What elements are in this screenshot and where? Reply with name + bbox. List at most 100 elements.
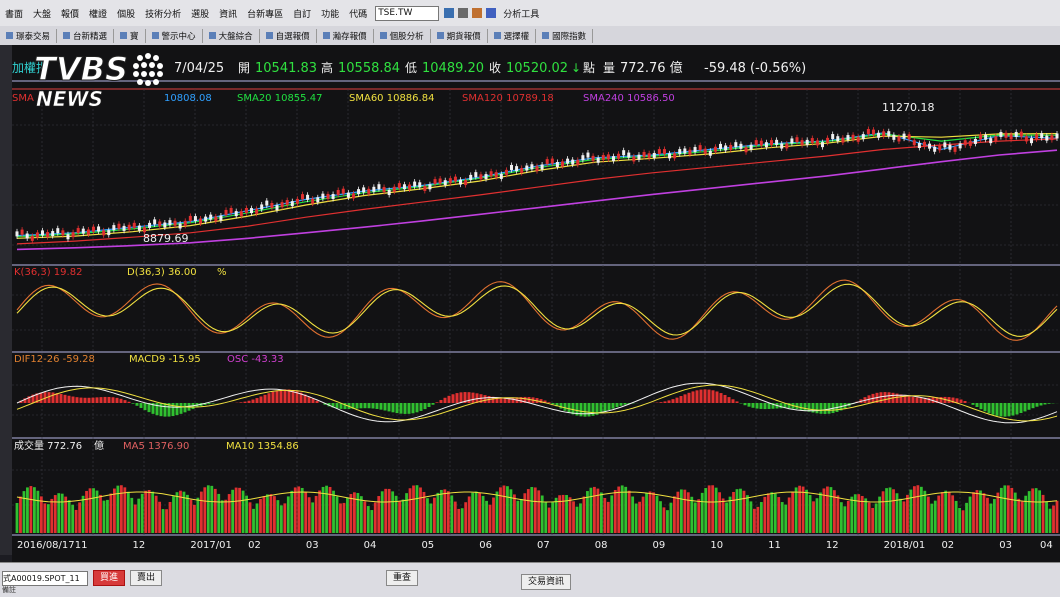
osc-bar bbox=[448, 396, 451, 403]
volume-bar bbox=[649, 491, 652, 533]
osc-bar bbox=[280, 390, 283, 403]
volume-bar bbox=[631, 496, 634, 533]
osc-bar bbox=[560, 403, 563, 409]
tab-7[interactable]: 個股分析 bbox=[374, 29, 431, 43]
volume-bar bbox=[287, 496, 290, 533]
tab-bar: 璟泰交易台新精選寶警示中心大盤綜合自選報價 瀚存報價個股分析期貨報價選擇權國際指數 bbox=[0, 26, 1060, 46]
search-icon[interactable] bbox=[444, 8, 454, 18]
osc-bar bbox=[268, 393, 271, 403]
volume-bar bbox=[270, 494, 273, 533]
candle-body bbox=[709, 151, 712, 156]
cursor-icon[interactable] bbox=[486, 8, 496, 18]
tab-0[interactable]: 璟泰交易 bbox=[0, 29, 57, 43]
menu-item-2[interactable]: 報價 bbox=[56, 7, 84, 20]
osc-bar bbox=[256, 398, 259, 403]
candle-body bbox=[260, 204, 263, 209]
osc-bar bbox=[748, 403, 751, 407]
volume-bar bbox=[370, 510, 373, 533]
tab-2[interactable]: 寶 bbox=[114, 29, 146, 43]
ticker-input[interactable]: TSE.TW bbox=[375, 6, 439, 21]
menu-item-9[interactable]: 自訂 bbox=[288, 7, 316, 20]
volume-bar bbox=[527, 489, 530, 533]
tab-1[interactable]: 台新精選 bbox=[57, 29, 114, 43]
volume-bar bbox=[245, 496, 248, 533]
osc-bar bbox=[728, 397, 731, 403]
candle-body bbox=[724, 145, 727, 150]
tab-label: 瀚存報價 bbox=[333, 30, 367, 42]
left-strip bbox=[0, 45, 12, 555]
tab-5[interactable]: 自選報價 bbox=[260, 29, 317, 43]
candle-body bbox=[153, 219, 156, 224]
candle-body bbox=[811, 138, 814, 143]
candle-body bbox=[444, 180, 447, 185]
candle-body bbox=[846, 135, 849, 140]
volume-bar bbox=[249, 502, 252, 533]
volume-bar bbox=[506, 486, 509, 533]
osc-bar bbox=[604, 403, 607, 412]
volume-bar bbox=[499, 487, 502, 533]
osc-bar bbox=[180, 403, 183, 414]
volume-bar bbox=[746, 495, 749, 533]
menu-item-5[interactable]: 技術分析 bbox=[140, 7, 186, 20]
volume-bar bbox=[680, 489, 683, 533]
osc-bar bbox=[888, 392, 891, 403]
zoom-icon[interactable] bbox=[458, 8, 468, 18]
osc-bar bbox=[732, 399, 735, 403]
menu-item-3[interactable]: 權證 bbox=[84, 7, 112, 20]
tab-8[interactable]: 期貨報價 bbox=[431, 29, 488, 43]
buy-button[interactable]: 買進 bbox=[93, 570, 125, 586]
volume-bar bbox=[572, 501, 575, 533]
x-tick-label: 02 bbox=[941, 540, 954, 551]
osc-bar bbox=[824, 403, 827, 414]
tab-6[interactable]: 瀚存報價 bbox=[317, 29, 374, 43]
volume-bar bbox=[548, 508, 551, 533]
volume-bar bbox=[638, 502, 641, 533]
tab-10[interactable]: 國際指數 bbox=[536, 29, 593, 43]
candle-body bbox=[694, 147, 697, 152]
tab-4[interactable]: 大盤綜合 bbox=[203, 29, 260, 43]
candle-body bbox=[954, 147, 957, 152]
volume-bar bbox=[40, 496, 43, 533]
candle-body bbox=[174, 221, 177, 226]
candle-body bbox=[760, 141, 763, 146]
menu-item-10[interactable]: 功能 bbox=[316, 7, 344, 20]
volume-bar bbox=[43, 503, 46, 533]
osc-bar bbox=[736, 401, 739, 403]
osc-bar bbox=[816, 403, 819, 413]
sell-button[interactable]: 賣出 bbox=[130, 570, 162, 586]
analysis-tool-menu[interactable]: 分析工具 bbox=[498, 7, 544, 20]
volume-bar bbox=[47, 504, 50, 533]
osc-bar bbox=[828, 403, 831, 414]
menu-item-1[interactable]: 大盤 bbox=[28, 7, 56, 20]
volume-bar bbox=[485, 501, 488, 533]
osc-bar bbox=[548, 402, 551, 403]
volume-bar bbox=[850, 497, 853, 533]
candle-body bbox=[551, 159, 554, 164]
close-label: 收 bbox=[489, 61, 501, 75]
menu-item-7[interactable]: 資訊 bbox=[214, 7, 242, 20]
reset-button[interactable]: 重查 bbox=[386, 570, 418, 586]
volume-label: 量 bbox=[603, 61, 615, 75]
volume-bar bbox=[419, 487, 422, 533]
candle-body bbox=[301, 194, 304, 199]
volume-bar bbox=[436, 493, 439, 533]
menu-item-8[interactable]: 台新專區 bbox=[242, 7, 288, 20]
tab-9[interactable]: 選擇權 bbox=[488, 29, 537, 43]
candle-body bbox=[485, 174, 488, 179]
candle-body bbox=[219, 215, 222, 220]
menu-item-0[interactable]: 書面 bbox=[0, 7, 28, 20]
osc-bar bbox=[1008, 403, 1011, 416]
menu-item-6[interactable]: 選股 bbox=[186, 7, 214, 20]
tab-icon bbox=[323, 32, 330, 39]
volume-bar bbox=[600, 492, 603, 533]
osc-bar bbox=[132, 403, 135, 404]
symbol-select[interactable]: 式A00019.SPOT_11 bbox=[2, 571, 88, 586]
tab-3[interactable]: 警示中心 bbox=[146, 29, 203, 43]
draw-icon[interactable] bbox=[472, 8, 482, 18]
volume-bar bbox=[92, 488, 95, 533]
volume-bar bbox=[1014, 493, 1017, 533]
volume-bar bbox=[701, 493, 704, 533]
volume-bar bbox=[176, 492, 179, 533]
trade-info-button[interactable]: 交易資訊 bbox=[521, 574, 571, 590]
menu-item-4[interactable]: 個股 bbox=[112, 7, 140, 20]
